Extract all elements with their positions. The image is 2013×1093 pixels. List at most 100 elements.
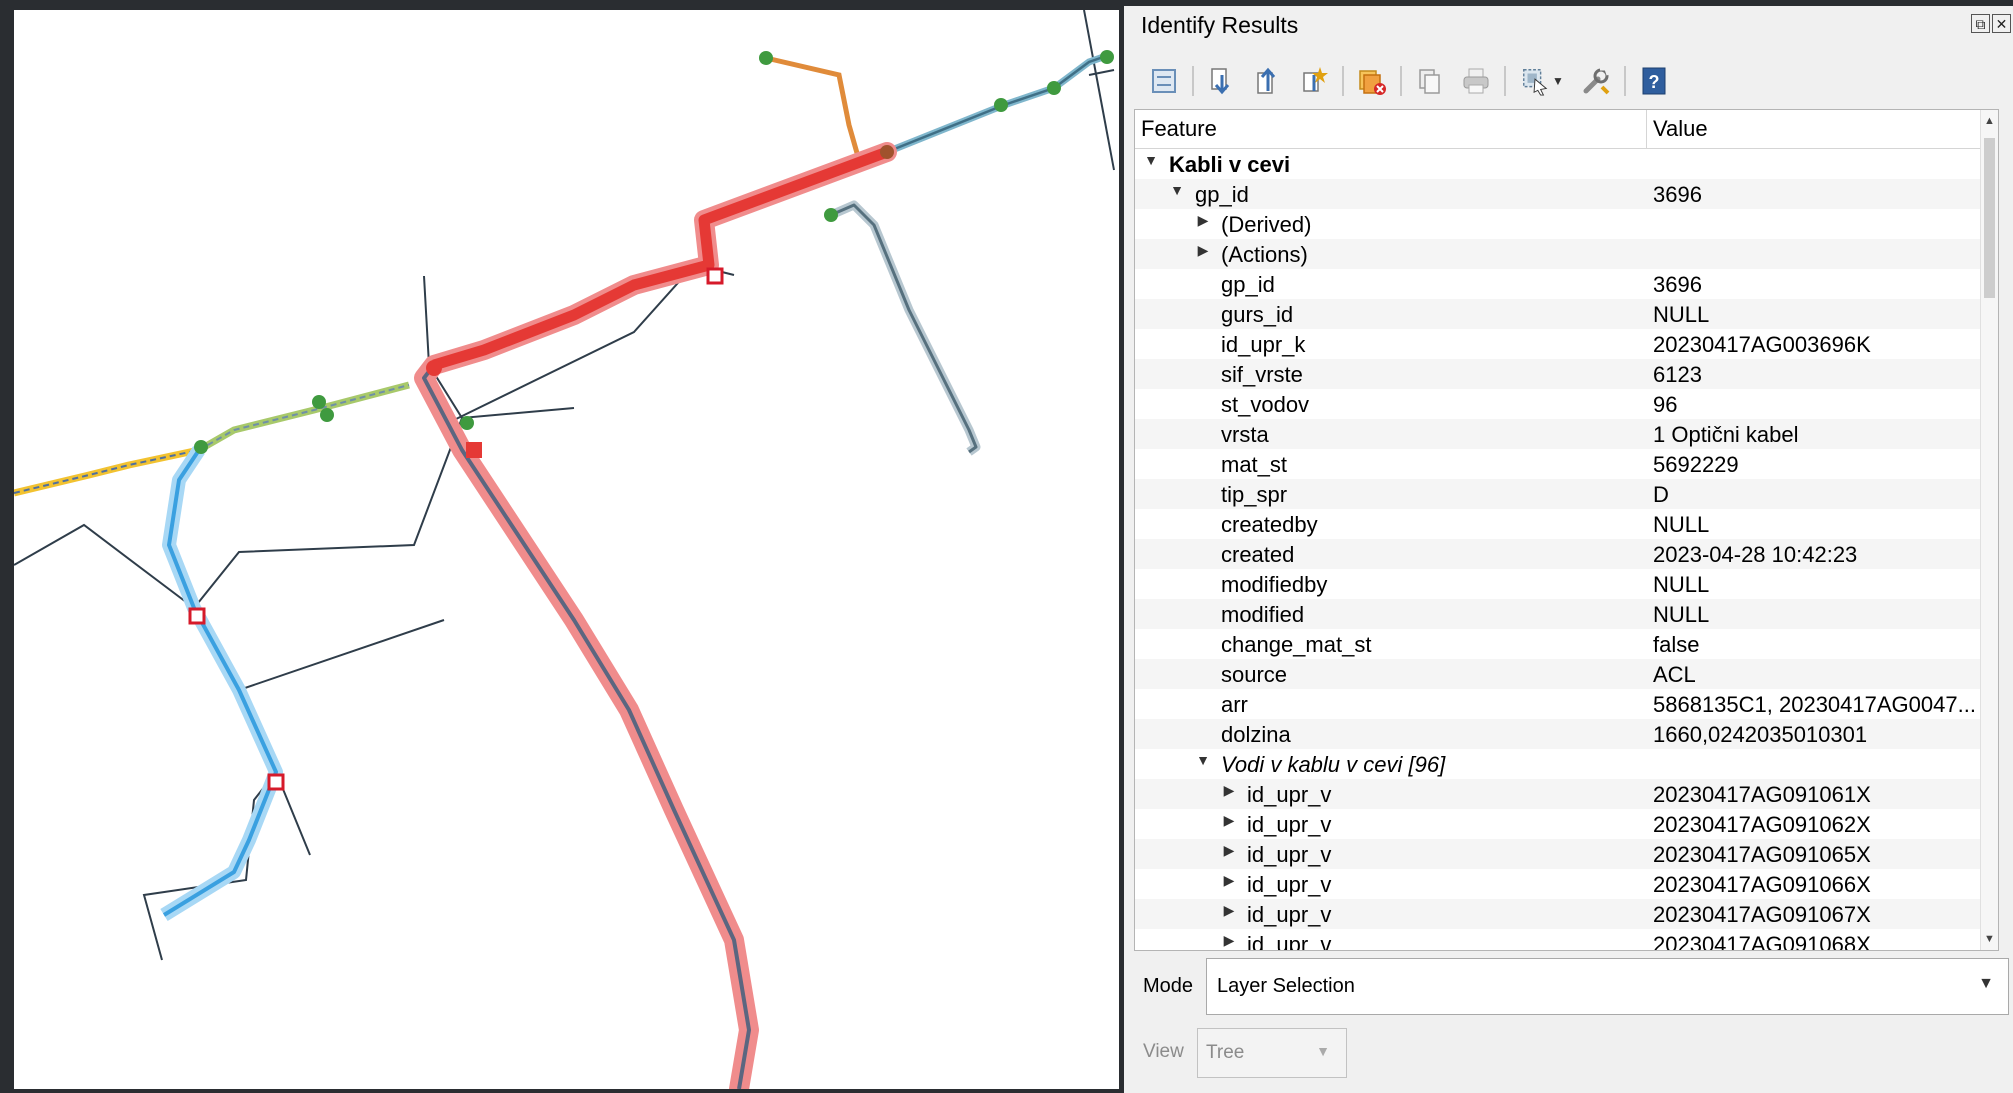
view-select-value: Tree: [1206, 1042, 1245, 1063]
tree-row[interactable]: createdby NULL: [1135, 509, 1983, 539]
tree-row[interactable]: change_mat_st false: [1135, 629, 1983, 659]
chevron-down-icon: ▼: [1552, 74, 1564, 88]
collapsed-arrow-icon[interactable]: ▶: [1221, 812, 1237, 829]
row-feature: id_upr_v: [1247, 872, 1332, 897]
panel-title: Identify Results: [1141, 12, 1299, 38]
expanded-arrow-icon[interactable]: ▼: [1169, 182, 1185, 198]
row-value: 2023-04-28 10:42:23: [1653, 542, 1858, 567]
tree-row[interactable]: id_upr_k 20230417AG003696K: [1135, 329, 1983, 359]
row-value: 3696: [1653, 272, 1702, 297]
expand-new-results-button[interactable]: [1294, 61, 1334, 101]
tree-row[interactable]: modifiedby NULL: [1135, 569, 1983, 599]
toolbar-separator: [1624, 66, 1626, 96]
mode-label: Mode: [1143, 975, 1194, 997]
thin-line: [193, 417, 463, 609]
tree-row[interactable]: ▶ id_upr_v 20230417AG091062X: [1135, 809, 1983, 839]
mode-select-value: Layer Selection: [1217, 975, 1355, 997]
row-value: 1660,0242035010301: [1653, 722, 1868, 747]
node: [194, 440, 208, 454]
collapsed-arrow-icon[interactable]: ▶: [1221, 902, 1237, 919]
tree-row[interactable]: arr 5868135C1, 20230417AG0047...: [1135, 689, 1983, 719]
tree-row[interactable]: mat_st 5692229: [1135, 449, 1983, 479]
node: [759, 51, 773, 65]
expanded-arrow-icon[interactable]: ▼: [1143, 152, 1159, 168]
help-button[interactable]: ?: [1634, 61, 1674, 101]
select-features-button[interactable]: ▼: [1514, 61, 1570, 101]
tree-row[interactable]: gp_id 3696: [1135, 269, 1983, 299]
value-column-header[interactable]: Value: [1653, 116, 1708, 142]
expand-all-button[interactable]: [1202, 61, 1242, 101]
tree-row[interactable]: ▼ Vodi v kablu v cevi [96]: [1135, 749, 1983, 779]
chevron-down-icon: ▼: [1978, 975, 1994, 992]
column-divider[interactable]: [1646, 110, 1647, 148]
expand-new-results-icon: [1303, 67, 1328, 92]
tree-row[interactable]: ▼ gp_id 3696: [1135, 179, 1983, 209]
results-tree[interactable]: Feature Value ▼ Kabli v cevi ▼ gp_id 3696 ▶ (D…: [1134, 109, 1999, 951]
tree-row[interactable]: created 2023-04-28 10:42:23: [1135, 539, 1983, 569]
tree-row[interactable]: gurs_id NULL: [1135, 299, 1983, 329]
collapsed-arrow-icon[interactable]: ▶: [1195, 242, 1211, 259]
row-value: 20230417AG091065X: [1653, 842, 1871, 867]
tree-row[interactable]: source ACL: [1135, 659, 1983, 689]
settings-button[interactable]: [1576, 61, 1616, 101]
tree-row[interactable]: ▼ Kabli v cevi: [1135, 149, 1983, 179]
float-panel-button[interactable]: ⧉: [1971, 14, 1990, 33]
row-feature: id_upr_v: [1247, 812, 1332, 837]
row-feature: sif_vrste: [1221, 362, 1303, 387]
green-line: [197, 381, 410, 454]
scroll-up-icon[interactable]: ▲: [1984, 115, 1995, 127]
collapsed-arrow-icon[interactable]: ▶: [1195, 212, 1211, 229]
row-feature: dolzina: [1221, 722, 1291, 747]
tree-row[interactable]: ▶ id_upr_v 20230417AG091061X: [1135, 779, 1983, 809]
clear-results-button[interactable]: [1352, 61, 1392, 101]
orange-line: [765, 55, 888, 164]
copy-feature-button[interactable]: [1410, 61, 1450, 101]
mode-select[interactable]: Layer Selection ▼: [1206, 958, 2009, 1015]
tree-row[interactable]: modified NULL: [1135, 599, 1983, 629]
expanded-arrow-icon[interactable]: ▼: [1195, 752, 1211, 768]
map-layers[interactable]: [14, 10, 1119, 1089]
row-feature: source: [1221, 662, 1288, 687]
gray-line: [830, 203, 978, 454]
tree-row[interactable]: tip_spr D: [1135, 479, 1983, 509]
row-value: 20230417AG091061X: [1653, 782, 1871, 807]
row-value: 96: [1653, 392, 1678, 417]
scrollbar-thumb[interactable]: [1984, 138, 1995, 298]
tree-row[interactable]: st_vodov 96: [1135, 389, 1983, 419]
close-panel-button[interactable]: ✕: [1992, 14, 2011, 33]
collapsed-arrow-icon[interactable]: ▶: [1221, 932, 1237, 949]
map-canvas[interactable]: [14, 10, 1119, 1089]
row-feature: Kabli v cevi: [1169, 152, 1291, 177]
tree-scrollbar[interactable]: ▲ ▼: [1980, 110, 1998, 950]
scroll-down-icon[interactable]: ▼: [1984, 933, 1995, 945]
selected-cable-halo: [414, 142, 897, 1089]
tree-row[interactable]: ▶ (Derived): [1135, 209, 1983, 239]
collapsed-arrow-icon[interactable]: ▶: [1221, 782, 1237, 799]
row-feature: modified: [1221, 602, 1305, 627]
collapse-all-button[interactable]: [1248, 61, 1288, 101]
feature-column-header[interactable]: Feature: [1141, 116, 1217, 142]
print-button[interactable]: [1456, 61, 1496, 101]
tree-row[interactable]: vrsta 1 Optični kabel: [1135, 419, 1983, 449]
row-value: 20230417AG003696K: [1653, 332, 1871, 357]
row-feature: vrsta: [1221, 422, 1269, 447]
tree-row[interactable]: ▶ id_upr_v 20230417AG091068X: [1135, 929, 1983, 950]
node: [1100, 50, 1114, 64]
row-feature: id_upr_v: [1247, 842, 1332, 867]
collapsed-arrow-icon[interactable]: ▶: [1221, 842, 1237, 859]
toolbar-separator: [1342, 66, 1344, 96]
tree-row[interactable]: ▶ id_upr_v 20230417AG091065X: [1135, 839, 1983, 869]
expand-tree-button[interactable]: [1144, 61, 1184, 101]
expand-all-icon: [1211, 68, 1230, 95]
collapsed-arrow-icon[interactable]: ▶: [1221, 872, 1237, 889]
tree-row[interactable]: ▶ id_upr_v 20230417AG091066X: [1135, 869, 1983, 899]
row-value: NULL: [1653, 302, 1710, 327]
tree-row[interactable]: dolzina 1660,0242035010301: [1135, 719, 1983, 749]
tree-row[interactable]: ▶ id_upr_v 20230417AG091067X: [1135, 899, 1983, 929]
tree-row[interactable]: ▶ (Actions): [1135, 239, 1983, 269]
help-icon: ?: [1642, 67, 1666, 95]
tree-row[interactable]: sif_vrste 6123: [1135, 359, 1983, 389]
view-select[interactable]: Tree ▼: [1197, 1028, 1347, 1078]
row-feature: id_upr_v: [1247, 902, 1332, 927]
print-icon: [1463, 68, 1489, 94]
